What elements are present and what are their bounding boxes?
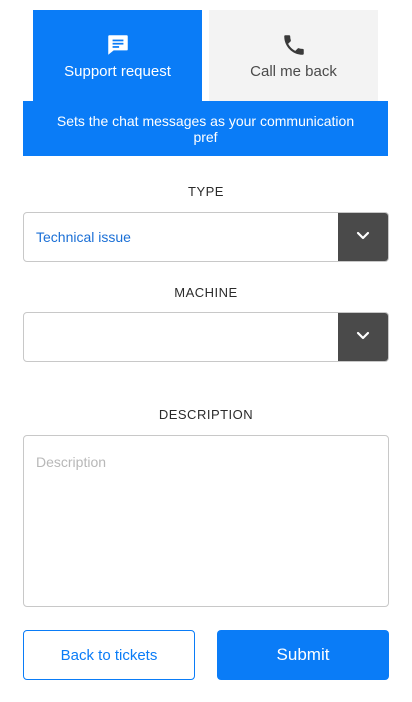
submit-button-label: Submit [276, 645, 330, 664]
machine-select[interactable] [23, 312, 389, 362]
submit-button[interactable]: Submit [217, 630, 389, 680]
machine-dropdown-button[interactable] [338, 313, 388, 361]
phone-icon [281, 32, 307, 58]
machine-label: MACHINE [174, 285, 238, 300]
chat-message-icon [105, 32, 131, 58]
back-button-label: Back to tickets [60, 646, 158, 664]
type-dropdown-button[interactable] [338, 213, 388, 261]
description-textarea[interactable]: Description [23, 435, 389, 607]
chevron-down-icon [356, 328, 370, 346]
tab-call-me-back[interactable]: Call me back [209, 10, 378, 101]
description-placeholder: Description [36, 454, 107, 470]
type-select[interactable]: Technical issue [23, 212, 389, 262]
description-label: DESCRIPTION [158, 407, 254, 422]
tab-bar: Support request Call me back [33, 10, 378, 101]
type-label: TYPE [188, 184, 224, 199]
banner-text: Sets the chat messages as your communica… [56, 112, 355, 145]
tab-label: Support request [64, 63, 171, 80]
type-value: Technical issue [36, 229, 131, 245]
tab-label: Call me back [250, 63, 337, 80]
chevron-down-icon [356, 228, 370, 246]
tab-support-request[interactable]: Support request [33, 10, 202, 101]
back-to-tickets-button[interactable]: Back to tickets [23, 630, 195, 680]
info-banner: Sets the chat messages as your communica… [23, 101, 388, 156]
